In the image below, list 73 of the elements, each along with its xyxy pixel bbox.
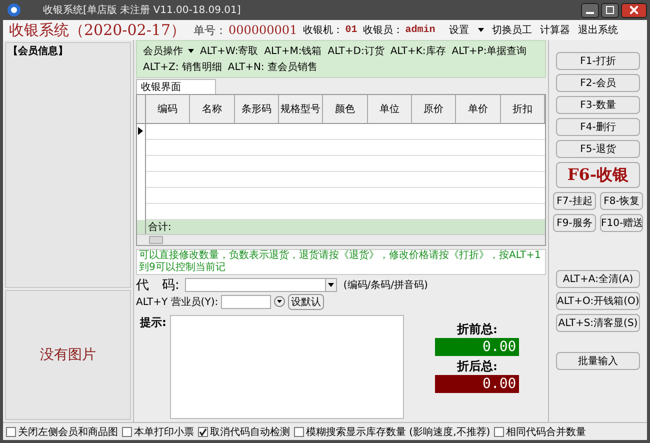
column-header: 编码 <box>146 95 190 123</box>
shortcut-button[interactable]: ALT+A:全清(A) <box>556 270 640 288</box>
set-default-button[interactable]: 设默认 <box>288 294 324 310</box>
function-button[interactable]: F1-打折 <box>556 52 640 70</box>
salesperson-label: ALT+Y 营业员(Y): <box>136 296 218 308</box>
function-button[interactable]: F6-收银 <box>556 162 640 188</box>
batch-input-button[interactable]: 批量输入 <box>556 352 640 370</box>
shortcut-button[interactable]: ALT+S:清客显(S) <box>556 314 640 332</box>
code-label: 代 码: <box>136 276 180 294</box>
cashier-name: admin <box>405 24 436 36</box>
toolbar-button[interactable]: ALT+D:订货 <box>328 43 384 59</box>
register-number: 01 <box>345 24 358 36</box>
member-panel-title: 【会员信息】 <box>7 44 69 59</box>
horizontal-scrollbar[interactable] <box>137 234 545 245</box>
menu-item[interactable]: 计算器 <box>538 23 572 37</box>
order-number: 000000001 <box>228 23 298 37</box>
hint-text: 可以直接修改数量，负数表示退货，退货请按《退货》，修改价格请按《打折》，按ALT+1到9可以控制当前记 <box>136 249 546 275</box>
function-button[interactable]: F5-退货 <box>556 140 640 158</box>
toolbar-button[interactable]: ALT+W:寄取 <box>200 43 258 59</box>
check-icon <box>199 428 207 436</box>
function-button[interactable]: F8-恢复 <box>600 192 643 210</box>
minimize-button[interactable] <box>581 2 599 18</box>
dropdown-icon[interactable] <box>274 296 286 307</box>
close-icon <box>630 6 638 14</box>
option-checkbox[interactable]: 关闭左侧会员和商品图 <box>6 424 118 438</box>
total-label: 合计: <box>147 220 172 234</box>
cashier-label: 收银员： <box>363 24 404 37</box>
no-image-text: 没有图片 <box>40 346 96 364</box>
toolbar-button[interactable]: ALT+P:单据查询 <box>452 43 527 59</box>
window-title: 收银系统[单店版 未注册 V11.00-18.09.01] <box>43 4 241 17</box>
register-label: 收银机： <box>303 24 344 37</box>
function-button[interactable]: F3-数量 <box>556 96 640 114</box>
option-checkbox[interactable]: 模糊搜索显示库存数量 (影响速度,不推荐) <box>294 424 490 438</box>
toolbar-button[interactable]: ALT+K:库存 <box>390 43 446 59</box>
column-header: 单价 <box>456 95 501 123</box>
code-note: (编码/条码/拼音码) <box>343 278 428 292</box>
shortcut-button[interactable]: ALT+O:开钱箱(O) <box>556 292 640 310</box>
menu-item[interactable]: 切换员工 <box>490 23 534 37</box>
column-header: 原价 <box>412 95 456 123</box>
function-button[interactable]: F10-赠送 <box>600 214 643 232</box>
total-label: 折后总: <box>456 358 498 375</box>
toolbar-button[interactable]: ALT+N: 查会员销售 <box>228 59 318 75</box>
column-header: 单位 <box>368 95 412 123</box>
app-title: 收银系统（2020-02-17） <box>9 20 186 40</box>
function-button[interactable]: F7-挂起 <box>553 192 596 210</box>
option-checkbox[interactable]: 取消代码自动检测 <box>198 424 290 438</box>
row-indicator-icon <box>138 127 143 135</box>
order-label: 单号： <box>193 22 226 38</box>
total-amount: 0.00 <box>435 375 520 393</box>
toolbar-button[interactable]: ALT+M:钱箱 <box>264 43 322 59</box>
caret-icon <box>328 282 334 286</box>
close-button[interactable] <box>621 2 647 18</box>
toolbar-button[interactable]: ALT+Z: 销售明细 <box>143 59 222 75</box>
maximize-icon <box>606 6 614 14</box>
column-header: 折扣 <box>500 95 545 123</box>
option-checkbox[interactable]: 相同代码合并数量 <box>494 424 586 438</box>
tab[interactable]: 收银界面 <box>136 79 216 94</box>
function-button[interactable]: F9-服务 <box>553 214 596 232</box>
menu-item[interactable]: 设置 <box>447 23 486 37</box>
menu-item[interactable]: 退出系统 <box>576 23 620 37</box>
column-header: 条形码 <box>234 95 279 123</box>
total-amount: 0.00 <box>435 338 520 356</box>
total-label: 折前总: <box>456 321 498 338</box>
maximize-button[interactable] <box>601 2 619 18</box>
function-button[interactable]: F2-会员 <box>556 74 640 92</box>
function-button[interactable]: F4-删行 <box>556 118 640 136</box>
column-header: 规格型号 <box>278 95 324 123</box>
app-icon <box>7 3 21 17</box>
toolbar-button[interactable]: 会员操作 <box>143 43 194 59</box>
column-header: 名称 <box>190 95 235 123</box>
prompt-label: 提示: <box>138 315 166 331</box>
option-checkbox[interactable]: 本单打印小票 <box>122 424 194 438</box>
column-header: 颜色 <box>323 95 368 123</box>
